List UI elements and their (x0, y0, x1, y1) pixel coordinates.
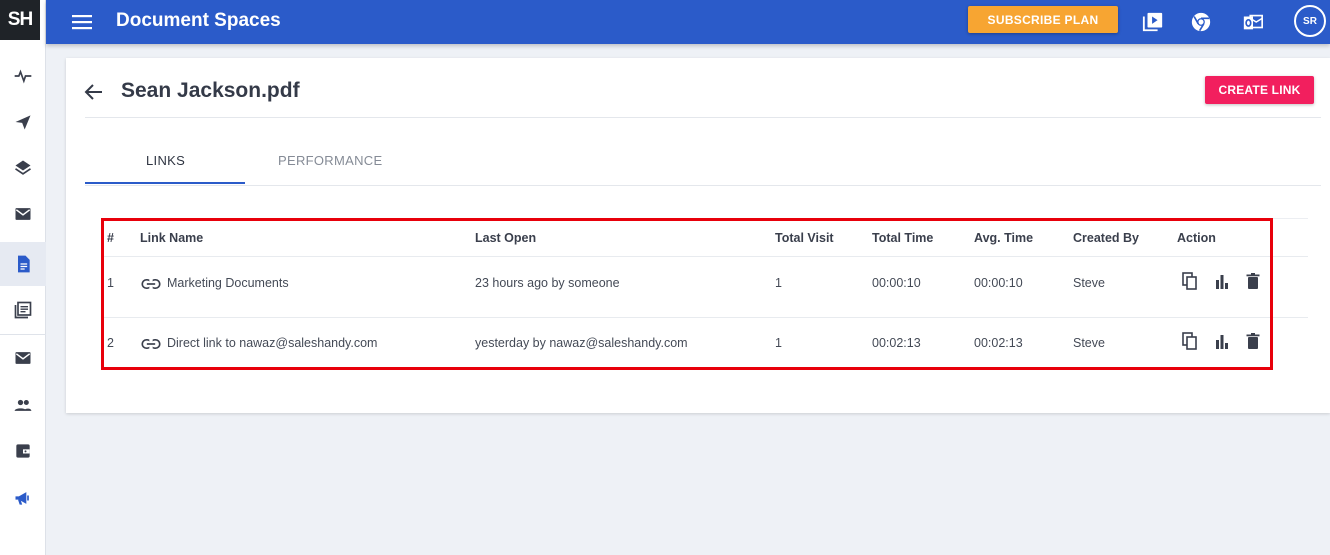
total-time: 00:00:10 (872, 276, 921, 290)
last-open: yesterday by nawaz@saleshandy.com (475, 336, 688, 350)
title-divider (85, 117, 1321, 118)
sidebar-item-library[interactable] (0, 288, 46, 332)
copy-icon[interactable] (1182, 332, 1198, 350)
sidebar-item-mail[interactable] (0, 192, 46, 236)
active-tab-indicator (85, 182, 245, 184)
chart-icon[interactable] (1214, 332, 1230, 350)
sidebar-item-envelope[interactable] (0, 336, 46, 380)
tabs-divider (85, 185, 1321, 186)
app-title: Document Spaces (116, 10, 281, 31)
sidebar-item-announcements[interactable] (0, 476, 46, 520)
delete-icon[interactable] (1245, 272, 1261, 290)
wallet-icon (16, 444, 30, 458)
link-icon (141, 338, 161, 350)
col-header-total-visit: Total Visit (775, 231, 834, 245)
sidebar-item-layers[interactable] (0, 146, 46, 190)
total-visit: 1 (775, 336, 782, 350)
hamburger-menu-icon[interactable] (72, 12, 94, 32)
link-name[interactable]: Marketing Documents (167, 276, 289, 290)
user-avatar[interactable]: SR (1294, 5, 1326, 37)
create-link-button[interactable]: CREATE LINK (1205, 76, 1314, 104)
chart-icon[interactable] (1214, 272, 1230, 290)
outlook-addin-button[interactable] (1241, 10, 1265, 34)
video-icon (1142, 12, 1163, 32)
total-visit: 1 (775, 276, 782, 290)
megaphone-icon (15, 492, 29, 505)
sidebar-item-documents[interactable] (0, 242, 46, 286)
total-time: 00:02:13 (872, 336, 921, 350)
sidebar-divider (0, 334, 46, 335)
link-icon (141, 278, 161, 290)
layers-icon (15, 160, 31, 175)
row-number: 1 (107, 276, 114, 290)
header-divider (101, 256, 1308, 257)
chrome-extension-button[interactable] (1189, 10, 1213, 34)
document-icon (18, 255, 30, 273)
people-icon (14, 399, 32, 411)
chrome-icon (1191, 12, 1211, 32)
created-by: Steve (1073, 336, 1105, 350)
send-icon (15, 115, 31, 130)
last-open: 23 hours ago by someone (475, 276, 620, 290)
col-header-link-name: Link Name (140, 231, 204, 245)
table-top-border (101, 218, 1308, 219)
col-header-last-open: Last Open (475, 231, 537, 245)
col-header-created-by: Created By (1073, 231, 1139, 245)
tab-performance[interactable]: PERFORMANCE (278, 153, 382, 168)
back-arrow-icon[interactable] (84, 82, 104, 102)
sidebar-item-send[interactable] (0, 100, 46, 144)
col-header-avg-time: Avg. Time (974, 231, 1034, 245)
library-icon (14, 301, 32, 319)
link-name[interactable]: Direct link to nawaz@saleshandy.com (167, 336, 377, 350)
tab-links[interactable]: LINKS (146, 153, 185, 168)
sidebar-item-wallet[interactable] (0, 429, 46, 473)
row-number: 2 (107, 336, 114, 350)
sidebar-item-people[interactable] (0, 383, 46, 427)
created-by: Steve (1073, 276, 1105, 290)
row-divider (101, 317, 1308, 318)
page-title: Sean Jackson.pdf (121, 79, 300, 102)
avg-time: 00:00:10 (974, 276, 1023, 290)
col-header-number: # (107, 231, 114, 245)
copy-icon[interactable] (1182, 272, 1198, 290)
activity-icon (14, 69, 32, 84)
col-header-action: Action (1177, 231, 1216, 245)
mail-icon (15, 208, 31, 220)
avg-time: 00:02:13 (974, 336, 1023, 350)
sidebar-item-activity[interactable] (0, 54, 46, 98)
outlook-icon (1243, 14, 1263, 30)
delete-icon[interactable] (1245, 332, 1261, 350)
video-tutorial-button[interactable] (1141, 10, 1165, 34)
topbar: Document Spaces SUBSCRIBE PLAN SR (46, 0, 1330, 44)
logo[interactable]: SH (0, 0, 40, 40)
document-details-card: Sean Jackson.pdf CREATE LINK LINKS PERFO… (66, 58, 1330, 413)
subscribe-plan-button[interactable]: SUBSCRIBE PLAN (968, 6, 1118, 33)
envelope-icon (15, 352, 31, 364)
col-header-total-time: Total Time (872, 231, 934, 245)
sidebar: SH (0, 0, 46, 555)
